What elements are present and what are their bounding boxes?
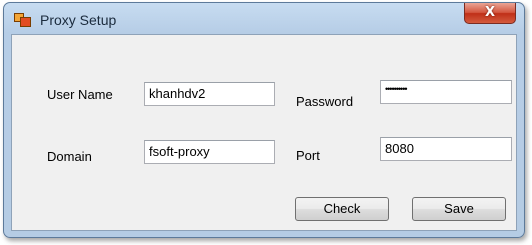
proxy-setup-window: Proxy Setup X User Name khanhdv2 Passwor…: [3, 2, 525, 238]
username-field[interactable]: khanhdv2: [144, 82, 275, 106]
port-label: Port: [296, 148, 320, 163]
save-button[interactable]: Save: [412, 197, 506, 221]
window-title: Proxy Setup: [40, 12, 117, 28]
form-area: User Name khanhdv2 Password •••••••••• D…: [11, 34, 517, 231]
password-field[interactable]: ••••••••••: [380, 80, 512, 104]
check-button[interactable]: Check: [295, 197, 389, 221]
domain-label: Domain: [47, 149, 92, 164]
title-bar[interactable]: Proxy Setup X: [4, 3, 524, 35]
username-label: User Name: [47, 87, 113, 102]
port-field[interactable]: 8080: [380, 137, 512, 161]
app-window-icon: [14, 13, 31, 27]
close-button[interactable]: X: [464, 3, 516, 24]
domain-field[interactable]: fsoft-proxy: [144, 140, 275, 164]
password-label: Password: [296, 94, 354, 109]
